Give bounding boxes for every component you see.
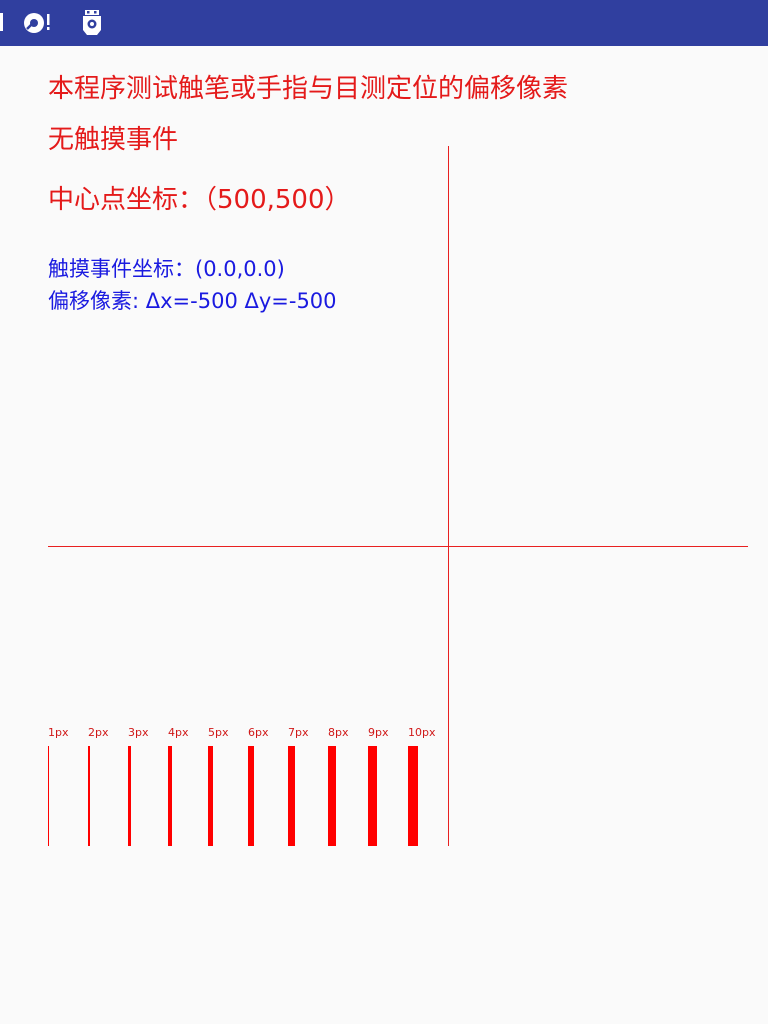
width-sample-label: 4px xyxy=(168,726,189,739)
crosshair-vertical-line xyxy=(448,146,449,846)
width-sample-bar xyxy=(328,746,336,846)
touch-status-text: 无触摸事件 xyxy=(48,125,179,155)
width-sample-bar xyxy=(128,746,131,846)
width-sample-bar xyxy=(48,746,49,846)
description-text: 本程序测试触笔或手指与目测定位的偏移像素 xyxy=(48,74,569,104)
width-sample-label: 9px xyxy=(368,726,389,739)
width-sample-bar xyxy=(168,746,172,846)
width-sample-bar xyxy=(248,746,254,846)
width-sample-bar xyxy=(208,746,213,846)
width-sample-label: 5px xyxy=(208,726,229,739)
width-sample-bar xyxy=(408,746,418,846)
width-sample-label: 10px xyxy=(408,726,436,739)
usb-debug-icon xyxy=(83,10,101,35)
width-sample-label: 2px xyxy=(88,726,109,739)
width-sample-label: 1px xyxy=(48,726,69,739)
sync-alert-icon xyxy=(24,13,50,33)
width-sample-label: 7px xyxy=(288,726,309,739)
notification-icon xyxy=(0,13,3,31)
width-sample-bar xyxy=(88,746,90,846)
test-canvas[interactable]: 本程序测试触笔或手指与目测定位的偏移像素 无触摸事件 中心点坐标：（500,50… xyxy=(0,46,768,1024)
touch-coordinate-text: 触摸事件坐标：(0.0,0.0) xyxy=(48,257,285,281)
width-sample-label: 3px xyxy=(128,726,149,739)
crosshair-horizontal-line xyxy=(48,546,748,547)
offset-pixels-text: 偏移像素: Δx=-500 Δy=-500 xyxy=(48,289,337,313)
width-sample-label: 8px xyxy=(328,726,349,739)
width-sample-bar xyxy=(288,746,295,846)
width-sample-label: 6px xyxy=(248,726,269,739)
center-coordinate-text: 中心点坐标：（500,500） xyxy=(48,185,351,215)
width-sample-bar xyxy=(368,746,377,846)
status-bar xyxy=(0,0,768,46)
